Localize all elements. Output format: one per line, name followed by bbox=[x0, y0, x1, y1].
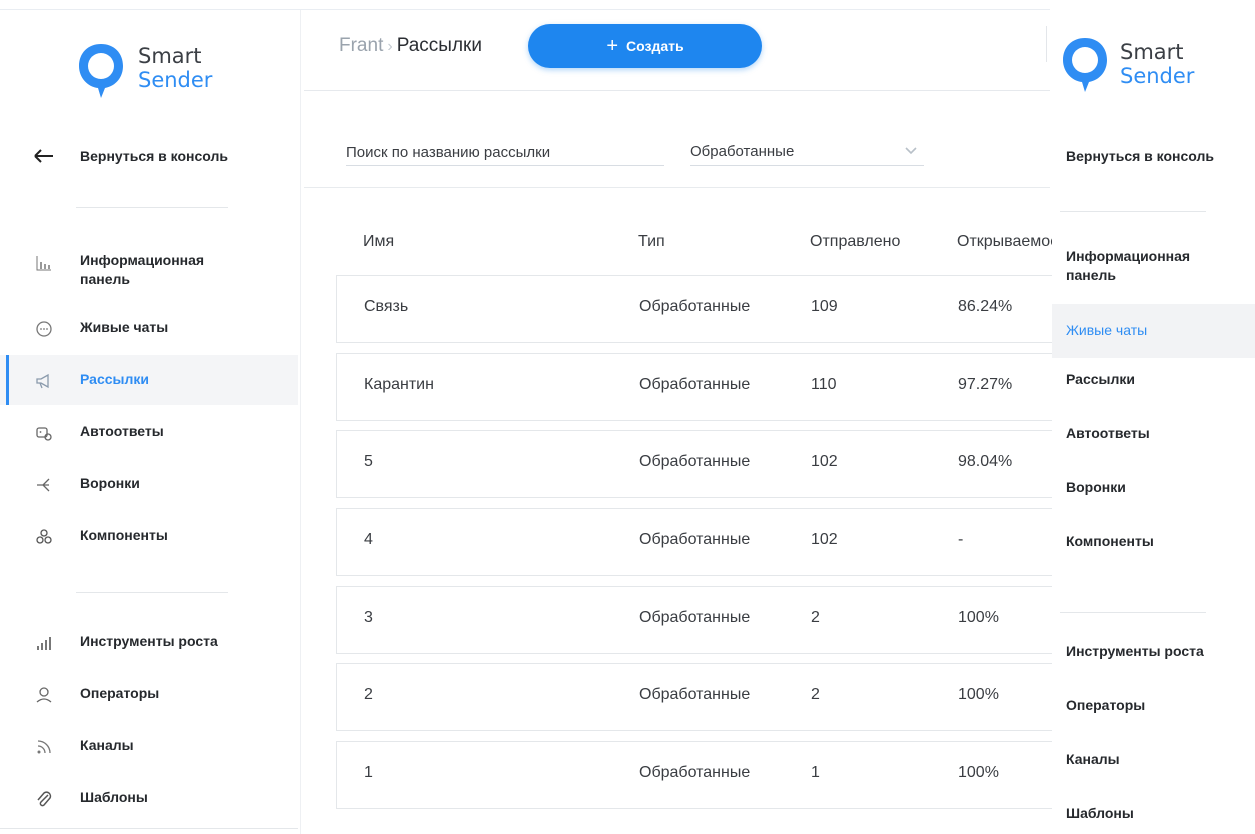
right-nav-item-1[interactable]: Информационная панель bbox=[1052, 235, 1255, 287]
table-row[interactable]: 4 Обработанные 102 - bbox=[336, 508, 1052, 576]
cell-sent: 110 bbox=[811, 376, 837, 393]
logo-text: Smart Sender bbox=[1120, 40, 1194, 88]
right-back-label: Вернуться в консоль bbox=[1066, 148, 1214, 164]
breadcrumb-current: Рассылки bbox=[396, 35, 482, 56]
breadcrumb: Frant › Рассылки bbox=[339, 35, 482, 57]
cell-open-rate: 97.27% bbox=[958, 376, 1013, 393]
cell-name: 5 bbox=[364, 453, 373, 470]
cell-open-rate: 100% bbox=[958, 686, 999, 703]
table-row[interactable]: 1 Обработанные 1 100% bbox=[336, 741, 1052, 809]
logo-line1: Smart bbox=[1120, 40, 1184, 64]
right-nav-item-label: Живые чаты bbox=[1066, 322, 1148, 338]
status-select[interactable]: Обработанные bbox=[690, 141, 924, 166]
header-separator bbox=[1046, 26, 1047, 62]
column-header-name[interactable]: Имя bbox=[363, 233, 394, 251]
cell-name: 1 bbox=[364, 764, 373, 781]
create-button[interactable]: + Создать bbox=[528, 24, 762, 68]
table-row[interactable]: 3 Обработанные 2 100% bbox=[336, 586, 1052, 654]
cell-type: Обработанные bbox=[639, 609, 751, 626]
table-row[interactable]: Карантин Обработанные 110 97.27% bbox=[336, 353, 1052, 421]
cell-sent: 102 bbox=[811, 453, 838, 470]
cell-type: Обработанные bbox=[639, 764, 751, 781]
right-divider bbox=[1060, 211, 1206, 212]
right-nav-item-2[interactable]: Живые чаты bbox=[1052, 304, 1255, 358]
cell-type: Обработанные bbox=[639, 453, 751, 470]
right-logo[interactable]: Smart Sender bbox=[1060, 34, 1250, 98]
cell-type: Обработанные bbox=[639, 376, 751, 393]
cell-open-rate: 98.04% bbox=[958, 453, 1013, 470]
breadcrumb-root[interactable]: Frant bbox=[339, 35, 383, 56]
right-nav-item-label: Воронки bbox=[1066, 479, 1126, 495]
right-back-to-console-link[interactable]: Вернуться в консоль bbox=[1052, 130, 1255, 182]
cell-open-rate: - bbox=[958, 531, 964, 548]
right-nav-item-label: Инструменты роста bbox=[1066, 643, 1204, 659]
right-nav-item-10[interactable]: Шаблоны bbox=[1052, 792, 1255, 834]
right-nav-item-label: Операторы bbox=[1066, 697, 1146, 713]
right-nav-item-7[interactable]: Инструменты роста bbox=[1052, 630, 1255, 682]
right-nav-item-label: Компоненты bbox=[1066, 533, 1154, 549]
plus-icon: + bbox=[606, 35, 619, 57]
cell-open-rate: 100% bbox=[958, 609, 999, 626]
right-nav-item-8[interactable]: Операторы bbox=[1052, 684, 1255, 736]
right-nav-item-4[interactable]: Автоответы bbox=[1052, 412, 1255, 464]
right-divider bbox=[1060, 612, 1206, 613]
cell-sent: 109 bbox=[811, 298, 838, 315]
cell-type: Обработанные bbox=[639, 298, 751, 315]
column-header-sent[interactable]: Отправлено bbox=[810, 233, 900, 251]
column-header-type[interactable]: Тип bbox=[638, 233, 665, 251]
right-nav-item-5[interactable]: Воронки bbox=[1052, 466, 1255, 518]
right-nav-item-label: Информационная панель bbox=[1066, 248, 1191, 283]
cell-sent: 2 bbox=[811, 686, 820, 703]
right-nav-item-label: Автоответы bbox=[1066, 425, 1150, 441]
cell-name: Карантин bbox=[364, 376, 434, 393]
right-nav-item-label: Шаблоны bbox=[1066, 805, 1134, 821]
search-input[interactable] bbox=[346, 141, 664, 163]
cell-name: 3 bbox=[364, 609, 373, 626]
cell-open-rate: 86.24% bbox=[958, 298, 1013, 315]
right-nav-item-6[interactable]: Компоненты bbox=[1052, 520, 1255, 572]
cell-name: 2 bbox=[364, 686, 373, 703]
logo-bubble-icon bbox=[1063, 38, 1107, 92]
logo-line2: Sender bbox=[1120, 64, 1195, 88]
cell-sent: 2 bbox=[811, 609, 820, 626]
column-header-open-rate[interactable]: Открываемость bbox=[957, 233, 1052, 251]
filter-divider bbox=[304, 187, 1050, 188]
cell-sent: 102 bbox=[811, 531, 838, 548]
header-divider bbox=[304, 90, 1050, 91]
search-field[interactable] bbox=[346, 141, 664, 166]
right-nav-item-3[interactable]: Рассылки bbox=[1052, 358, 1255, 410]
cell-open-rate: 100% bbox=[958, 764, 999, 781]
right-nav-panel: Smart Sender Вернуться в консоль Информа… bbox=[1052, 10, 1255, 834]
table-row[interactable]: Связь Обработанные 109 86.24% bbox=[336, 275, 1052, 343]
chevron-down-icon bbox=[905, 147, 917, 155]
right-nav-item-label: Каналы bbox=[1066, 751, 1120, 767]
cell-type: Обработанные bbox=[639, 531, 751, 548]
main-content: Frant›Рассылки + Создать Обработанные Им… bbox=[0, 0, 1052, 834]
cell-name: Связь bbox=[364, 298, 409, 315]
status-select-value: Обработанные bbox=[690, 143, 795, 160]
cell-type: Обработанные bbox=[639, 686, 751, 703]
cell-sent: 1 bbox=[811, 764, 820, 781]
breadcrumb-separator-icon: › bbox=[387, 38, 393, 55]
table-row[interactable]: 2 Обработанные 2 100% bbox=[336, 663, 1052, 731]
right-nav-item-9[interactable]: Каналы bbox=[1052, 738, 1255, 790]
right-nav-item-label: Рассылки bbox=[1066, 371, 1135, 387]
cell-name: 4 bbox=[364, 531, 373, 548]
table-row[interactable]: 5 Обработанные 102 98.04% bbox=[336, 430, 1052, 498]
create-label: Создать bbox=[626, 38, 684, 54]
